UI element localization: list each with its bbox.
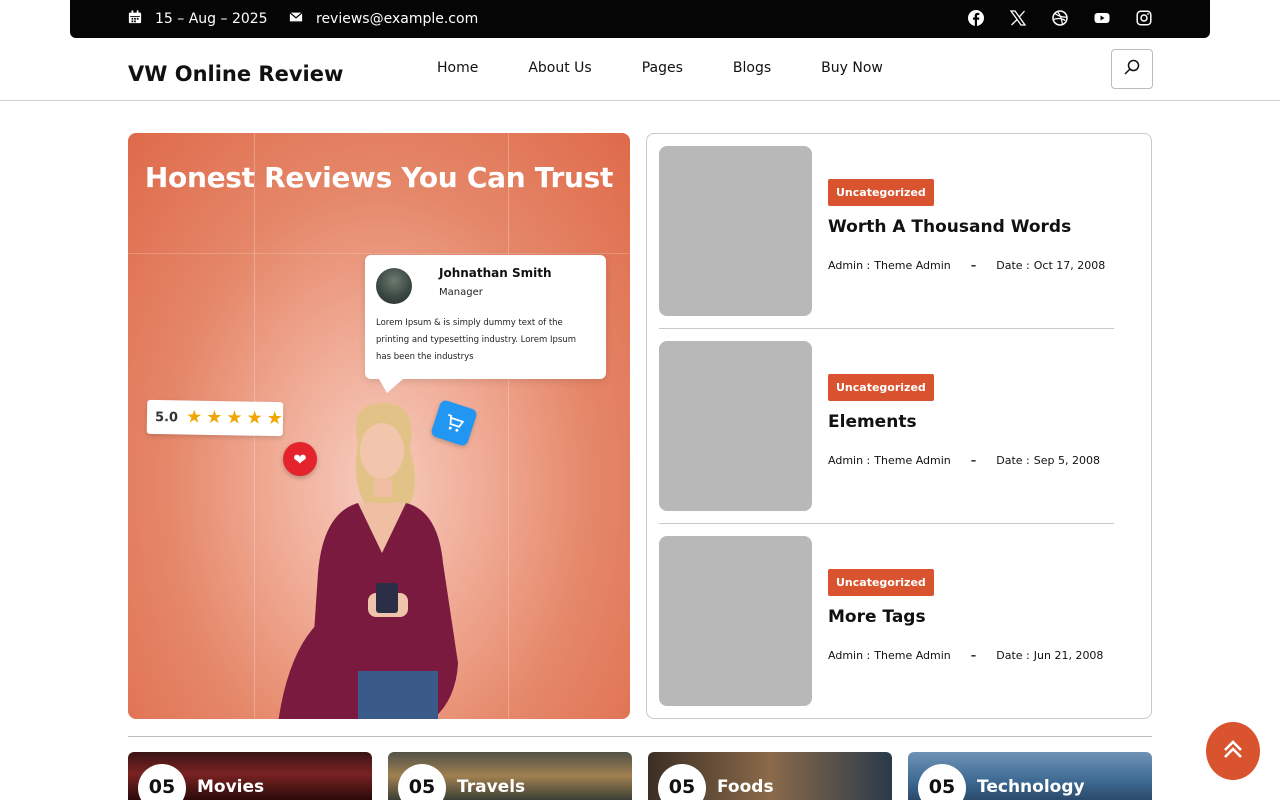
post-thumbnail[interactable] [659,146,812,316]
meta-separator: – [970,259,977,272]
star-icon: ★ [205,406,223,429]
category-label[interactable]: Foods [717,777,774,797]
hero-banner: Honest Reviews You Can Trust Johnathan S… [128,133,630,719]
star-icon: ★ [226,407,243,429]
post-author[interactable]: Theme Admin [874,649,951,662]
category-badge[interactable]: Uncategorized [828,569,934,596]
category-label[interactable]: Technology [977,777,1085,797]
post-title[interactable]: More Tags [828,607,926,627]
post-thumbnail[interactable] [659,341,812,511]
admin-label: Admin : [828,259,871,272]
social-links [968,10,1152,26]
post-author[interactable]: Theme Admin [874,259,951,272]
post-meta: Admin : Theme Admin – Date : Jun 21, 200… [828,649,1103,662]
site-header: VW Online Review Home About Us Pages Blo… [0,38,1280,101]
divider [659,523,1114,524]
site-logo[interactable]: VW Online Review [128,62,343,86]
testimonial-role: Manager [439,287,483,298]
section-divider [128,736,1152,737]
nav-buy-now[interactable]: Buy Now [821,60,883,76]
category-count: 05 [918,764,966,800]
post-meta: Admin : Theme Admin – Date : Oct 17, 200… [828,259,1105,272]
date-label: Date : [996,649,1030,662]
post-title[interactable]: Worth A Thousand Words [828,217,1071,237]
date-text: 15 – Aug – 2025 [155,11,268,27]
category-label[interactable]: Movies [197,777,264,797]
main-nav: Home About Us Pages Blogs Buy Now [437,60,883,76]
date-label: Date : [996,454,1030,467]
nav-pages[interactable]: Pages [642,60,683,76]
nav-about-us[interactable]: About Us [528,60,591,76]
rating-value: 5.0 [154,409,179,425]
testimonial-card: Johnathan Smith Manager Lorem Ipsum & is… [365,255,606,393]
email-text[interactable]: reviews@example.com [316,11,478,27]
instagram-icon[interactable] [1136,10,1152,26]
category-label[interactable]: Travels [457,777,525,797]
x-icon[interactable] [1010,10,1026,26]
category-card-foods[interactable]: 05 Foods [648,752,892,800]
post-meta: Admin : Theme Admin – Date : Sep 5, 2008 [828,454,1100,467]
top-info-bar: 15 – Aug – 2025 reviews@example.com [70,0,1210,38]
meta-separator: – [970,454,977,467]
recent-posts-panel: Uncategorized Worth A Thousand Words Adm… [646,133,1152,719]
admin-label: Admin : [828,454,871,467]
hero-title: Honest Reviews You Can Trust [144,161,614,194]
rating-badge: 5.0 ★ ★ ★ ★ ★ [146,399,284,437]
post-author[interactable]: Theme Admin [874,454,951,467]
date-info: 15 – Aug – 2025 [128,10,268,28]
avatar [376,268,412,304]
envelope-icon [289,10,303,28]
star-icon: ★ [185,406,203,428]
woman-photo [278,403,458,719]
testimonial-text: Lorem Ipsum & is simply dummy text of th… [376,318,576,362]
youtube-icon[interactable] [1094,10,1110,26]
post-thumbnail[interactable] [659,536,812,706]
date-label: Date : [996,259,1030,272]
category-badge[interactable]: Uncategorized [828,179,934,206]
post-item[interactable]: Uncategorized Elements Admin : Theme Adm… [659,341,1114,524]
post-date: Sep 5, 2008 [1033,454,1100,467]
post-date: Jun 21, 2008 [1033,649,1104,662]
post-title[interactable]: Elements [828,412,917,432]
double-chevron-up-icon [1222,738,1244,764]
category-card-technology[interactable]: 05 Technology [908,752,1152,800]
category-card-travels[interactable]: 05 Travels [388,752,632,800]
dribbble-icon[interactable] [1052,10,1068,26]
star-icon: ★ [246,407,263,429]
search-button[interactable] [1111,49,1153,89]
divider [659,328,1114,329]
calendar-icon [128,10,142,28]
nav-blogs[interactable]: Blogs [733,60,771,76]
nav-home[interactable]: Home [437,60,478,76]
post-date: Oct 17, 2008 [1033,259,1106,272]
category-badge[interactable]: Uncategorized [828,374,934,401]
meta-separator: – [970,649,977,662]
testimonial-name: Johnathan Smith [439,266,552,280]
back-to-top-button[interactable] [1206,722,1260,780]
admin-label: Admin : [828,649,871,662]
search-icon [1124,59,1140,79]
email-info[interactable]: reviews@example.com [289,10,478,28]
post-item[interactable]: Uncategorized Worth A Thousand Words Adm… [659,146,1114,329]
category-count: 05 [658,764,706,800]
category-card-movies[interactable]: 05 Movies [128,752,372,800]
facebook-icon[interactable] [968,10,984,26]
post-item[interactable]: Uncategorized More Tags Admin : Theme Ad… [659,536,1114,706]
category-count: 05 [398,764,446,800]
category-count: 05 [138,764,186,800]
